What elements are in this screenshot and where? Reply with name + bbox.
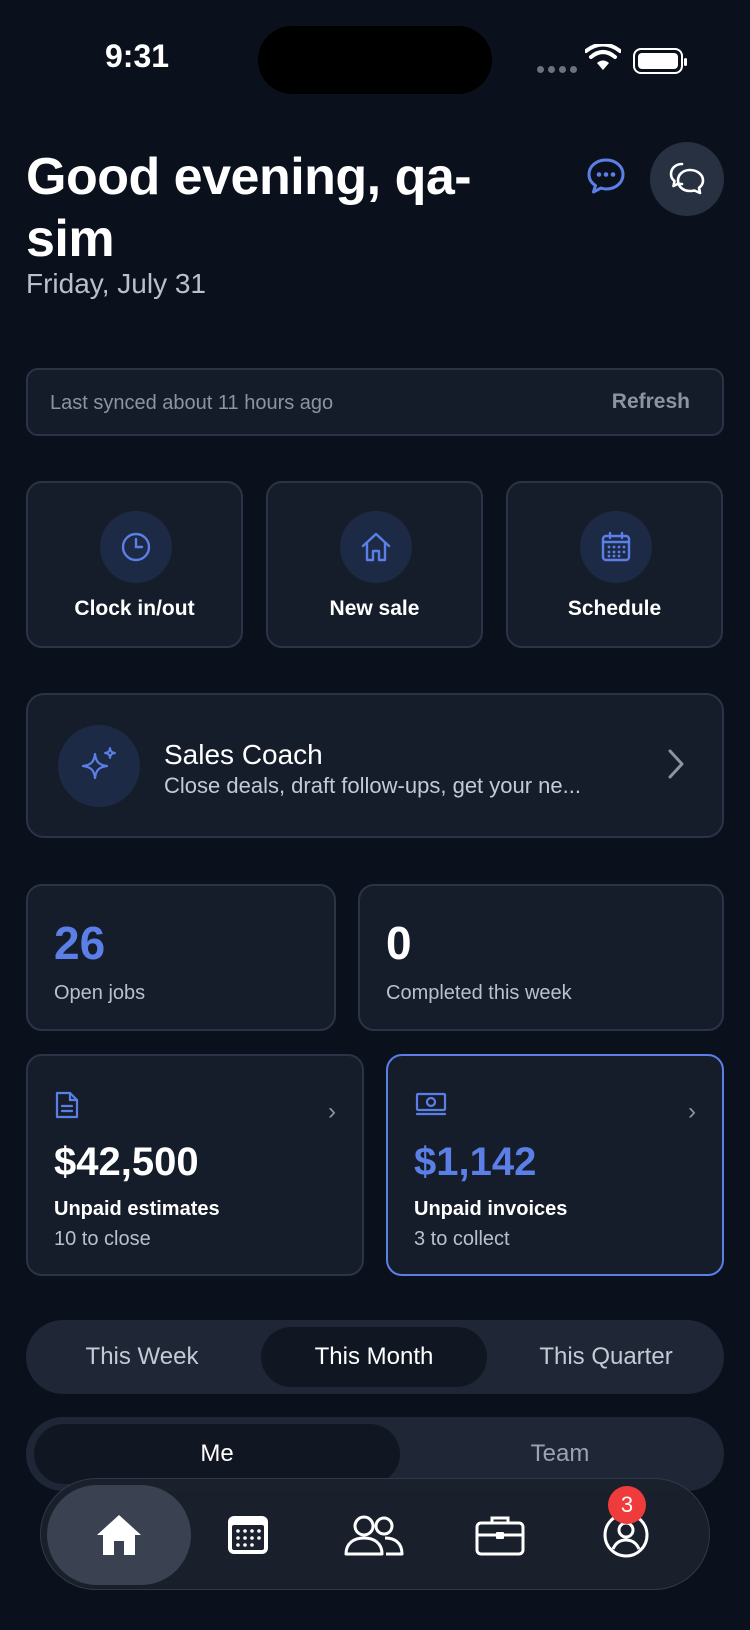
tab-jobs[interactable] <box>435 1479 565 1591</box>
new-sale-button[interactable]: New sale <box>266 481 483 648</box>
clock-in-out-label: Clock in/out <box>74 597 195 620</box>
messages-icon[interactable] <box>586 156 626 196</box>
estimates-label: Unpaid estimates <box>54 1198 220 1220</box>
open-jobs-value: 26 <box>54 917 106 969</box>
calendar-icon <box>601 531 631 562</box>
estimates-sub: 10 to close <box>54 1228 151 1250</box>
open-jobs-label: Open jobs <box>54 982 146 1004</box>
clock-in-out-button[interactable]: Clock in/out <box>26 481 243 648</box>
chat-button[interactable] <box>650 142 724 216</box>
invoices-label: Unpaid invoices <box>414 1198 568 1220</box>
house-icon <box>361 532 391 562</box>
completed-card[interactable]: 0 Completed this week <box>358 884 724 1031</box>
briefcase-icon <box>475 1516 525 1556</box>
schedule-button[interactable]: Schedule <box>506 481 723 648</box>
period-this-month[interactable]: This Month <box>261 1327 487 1387</box>
schedule-label: Schedule <box>567 597 662 620</box>
completed-value: 0 <box>386 917 412 969</box>
battery-icon <box>633 48 687 74</box>
cash-icon <box>415 1092 447 1116</box>
clock-icon <box>121 532 151 562</box>
scope-me[interactable]: Me <box>34 1424 400 1484</box>
period-this-quarter[interactable]: This Quarter <box>490 1320 722 1394</box>
wifi-icon <box>585 44 621 70</box>
open-jobs-card[interactable]: 26 Open jobs <box>26 884 336 1031</box>
sparkles-icon <box>81 747 116 780</box>
sales-coach-subtitle: Close deals, draft follow-ups, get your … <box>164 773 581 798</box>
sync-status: Last synced about 11 hours ago <box>50 392 334 414</box>
estimates-value: $42,500 <box>54 1140 199 1184</box>
chevron-right-icon: › <box>328 1098 336 1125</box>
notification-badge: 3 <box>608 1486 646 1524</box>
tab-calendar[interactable] <box>183 1479 313 1591</box>
unpaid-estimates-card[interactable]: › $42,500 Unpaid estimates 10 to close <box>26 1054 364 1276</box>
document-icon <box>55 1091 79 1119</box>
date-label: Friday, July 31 <box>26 268 206 299</box>
greeting-title: Good evening, qa-sim <box>26 148 472 268</box>
signal-icon <box>537 66 577 73</box>
calendar-icon <box>228 1516 268 1554</box>
dynamic-island <box>258 26 492 94</box>
tab-team[interactable] <box>309 1479 439 1591</box>
tab-home[interactable] <box>41 1479 197 1591</box>
sales-coach-title: Sales Coach <box>164 739 323 770</box>
completed-label: Completed this week <box>386 982 572 1004</box>
home-icon <box>97 1515 141 1555</box>
unpaid-invoices-card[interactable]: › $1,142 Unpaid invoices 3 to collect <box>386 1054 724 1276</box>
users-icon <box>344 1515 404 1556</box>
new-sale-label: New sale <box>329 597 420 620</box>
chevron-right-icon <box>668 749 684 779</box>
invoices-sub: 3 to collect <box>414 1228 510 1250</box>
invoices-value: $1,142 <box>414 1140 537 1184</box>
sales-coach-card[interactable]: Sales Coach Close deals, draft follow-up… <box>26 693 724 838</box>
chat-bubbles-icon <box>669 162 705 195</box>
period-this-week[interactable]: This Week <box>26 1320 258 1394</box>
chevron-right-icon: › <box>688 1098 696 1125</box>
period-selector: This Week This Month This Quarter <box>26 1320 724 1394</box>
refresh-button[interactable]: Refresh <box>612 390 690 414</box>
sync-banner: Last synced about 11 hours ago Refresh <box>26 368 724 436</box>
status-time: 9:31 <box>105 38 170 74</box>
